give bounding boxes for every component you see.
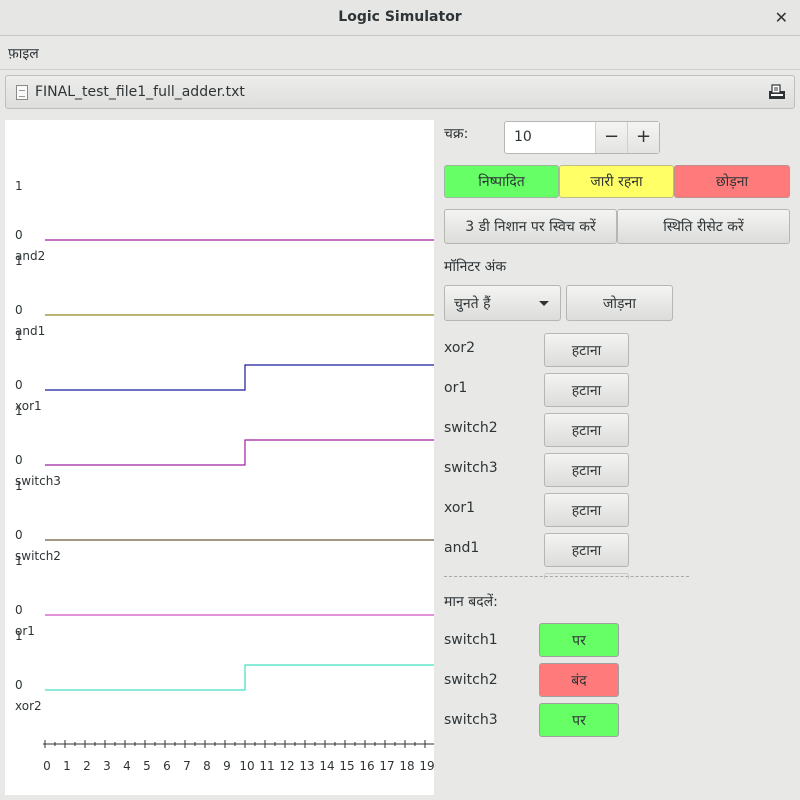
trace-high-label: 1: [15, 479, 23, 493]
file-name: FINAL_test_file1_full_adder.txt: [35, 84, 245, 100]
monitor-item-label: and1: [444, 540, 480, 556]
axis-tick-label: 9: [223, 759, 231, 773]
add-monitor-button[interactable]: जोड़ना: [566, 285, 673, 321]
continue-button[interactable]: जारी रहना: [559, 165, 674, 198]
monitor-item-label: switch2: [444, 420, 498, 436]
switch-3d-button[interactable]: 3 डी निशान पर स्विच करें: [444, 209, 617, 244]
trace-high-label: 1: [15, 629, 23, 643]
trace-low-label: 0: [15, 528, 23, 542]
axis-tick-label: 11: [259, 759, 274, 773]
monitor-select-value: चुनते हैं: [454, 296, 491, 312]
trace-low-label: 0: [15, 603, 23, 617]
monitor-select-dropdown[interactable]: चुनते हैं: [444, 285, 561, 321]
switch-label: switch1: [444, 632, 498, 648]
axis-tick-label: 13: [299, 759, 314, 773]
axis-tick-label: 19: [419, 759, 434, 773]
axis-tick-label: 17: [379, 759, 394, 773]
increment-button[interactable]: +: [627, 122, 659, 153]
switch-toggle-button[interactable]: बंद: [539, 663, 619, 697]
axis-tick-label: 15: [339, 759, 354, 773]
quit-button[interactable]: छोड़ना: [674, 165, 790, 198]
trace-low-label: 0: [15, 678, 23, 692]
axis-tick-label: 5: [143, 759, 151, 773]
trace-low-label: 0: [15, 303, 23, 317]
chevron-down-icon: [539, 301, 549, 306]
axis-tick-label: 7: [183, 759, 191, 773]
control-panel: चक्र: 10 − + निष्पादित जारी रहना छोड़ना …: [444, 120, 794, 795]
trace-high-label: 1: [15, 179, 23, 193]
document-icon: [16, 85, 28, 100]
axis-tick-label: 16: [359, 759, 374, 773]
monitor-heading: मॉनिटर अंक: [444, 259, 507, 275]
reset-state-button[interactable]: स्थिति रीसेट करें: [617, 209, 790, 244]
file-path-bar[interactable]: FINAL_test_file1_full_adder.txt: [5, 75, 795, 109]
axis-tick-label: 1: [63, 759, 71, 773]
cycles-label: चक्र:: [444, 126, 469, 142]
axis-tick-label: 4: [123, 759, 131, 773]
trace-low-label: 0: [15, 228, 23, 242]
window-title: Logic Simulator: [338, 9, 462, 25]
signal-trace-canvas[interactable]: 1 0 and2 1 0 and1 1 0 xor1 1 0 switch3 1 0 switch2 1 0 or…: [5, 120, 434, 795]
switch-label: switch3: [444, 712, 498, 728]
cycles-value[interactable]: 10: [514, 129, 532, 145]
signal-trace-xor2: [45, 664, 434, 691]
title-bar: Logic Simulator ✕: [0, 0, 800, 36]
signal-trace-switch3: [45, 439, 434, 466]
trace-high-label: 1: [15, 554, 23, 568]
remove-monitor-button[interactable]: हटाना: [544, 373, 629, 407]
switch-toggle-button[interactable]: पर: [539, 623, 619, 657]
trace-signal-name: xor2: [15, 699, 42, 713]
trace-high-label: 1: [15, 404, 23, 418]
axis-tick-label: 3: [103, 759, 111, 773]
trace-high-label: 1: [15, 329, 23, 343]
remove-monitor-button[interactable]: हटाना: [544, 453, 629, 487]
switch-toggle-button[interactable]: पर: [539, 703, 619, 737]
trace-low-label: 0: [15, 378, 23, 392]
decrement-button[interactable]: −: [595, 122, 627, 153]
axis-tick-label: 2: [83, 759, 91, 773]
monitor-item-label: xor2: [444, 340, 476, 356]
close-icon[interactable]: ✕: [775, 8, 788, 27]
axis-tick-label: 6: [163, 759, 171, 773]
axis-tick-label: 12: [279, 759, 294, 773]
remove-monitor-button[interactable]: हटाना: [544, 533, 629, 567]
trace-low-label: 0: [15, 453, 23, 467]
trace-plot: 10and210and110xor110switch310switch210or…: [15, 179, 434, 773]
remove-monitor-button[interactable]: हटाना: [544, 493, 629, 527]
monitor-item-label: xor1: [444, 500, 476, 516]
signal-trace-xor1: [45, 364, 434, 391]
open-file-icon[interactable]: [768, 84, 786, 100]
remove-monitor-button[interactable]: हटाना: [544, 333, 629, 367]
remove-monitor-button[interactable]: हटाना: [544, 413, 629, 447]
menu-bar: फ़ाइल: [0, 37, 800, 70]
axis-tick-label: 14: [319, 759, 334, 773]
axis-tick-label: 10: [239, 759, 254, 773]
axis-tick-label: 18: [399, 759, 414, 773]
run-button[interactable]: निष्पादित: [444, 165, 559, 198]
axis-tick-label: 8: [203, 759, 211, 773]
trace-high-label: 1: [15, 254, 23, 268]
axis-tick-label: 0: [43, 759, 51, 773]
monitor-item-label: switch3: [444, 460, 498, 476]
switch-label: switch2: [444, 672, 498, 688]
menu-file[interactable]: फ़ाइल: [8, 44, 39, 63]
change-values-heading: मान बदलें:: [444, 594, 498, 610]
cycles-spinbox[interactable]: 10 − +: [504, 121, 660, 154]
monitor-item-label: or1: [444, 380, 468, 396]
divider: [444, 576, 689, 577]
